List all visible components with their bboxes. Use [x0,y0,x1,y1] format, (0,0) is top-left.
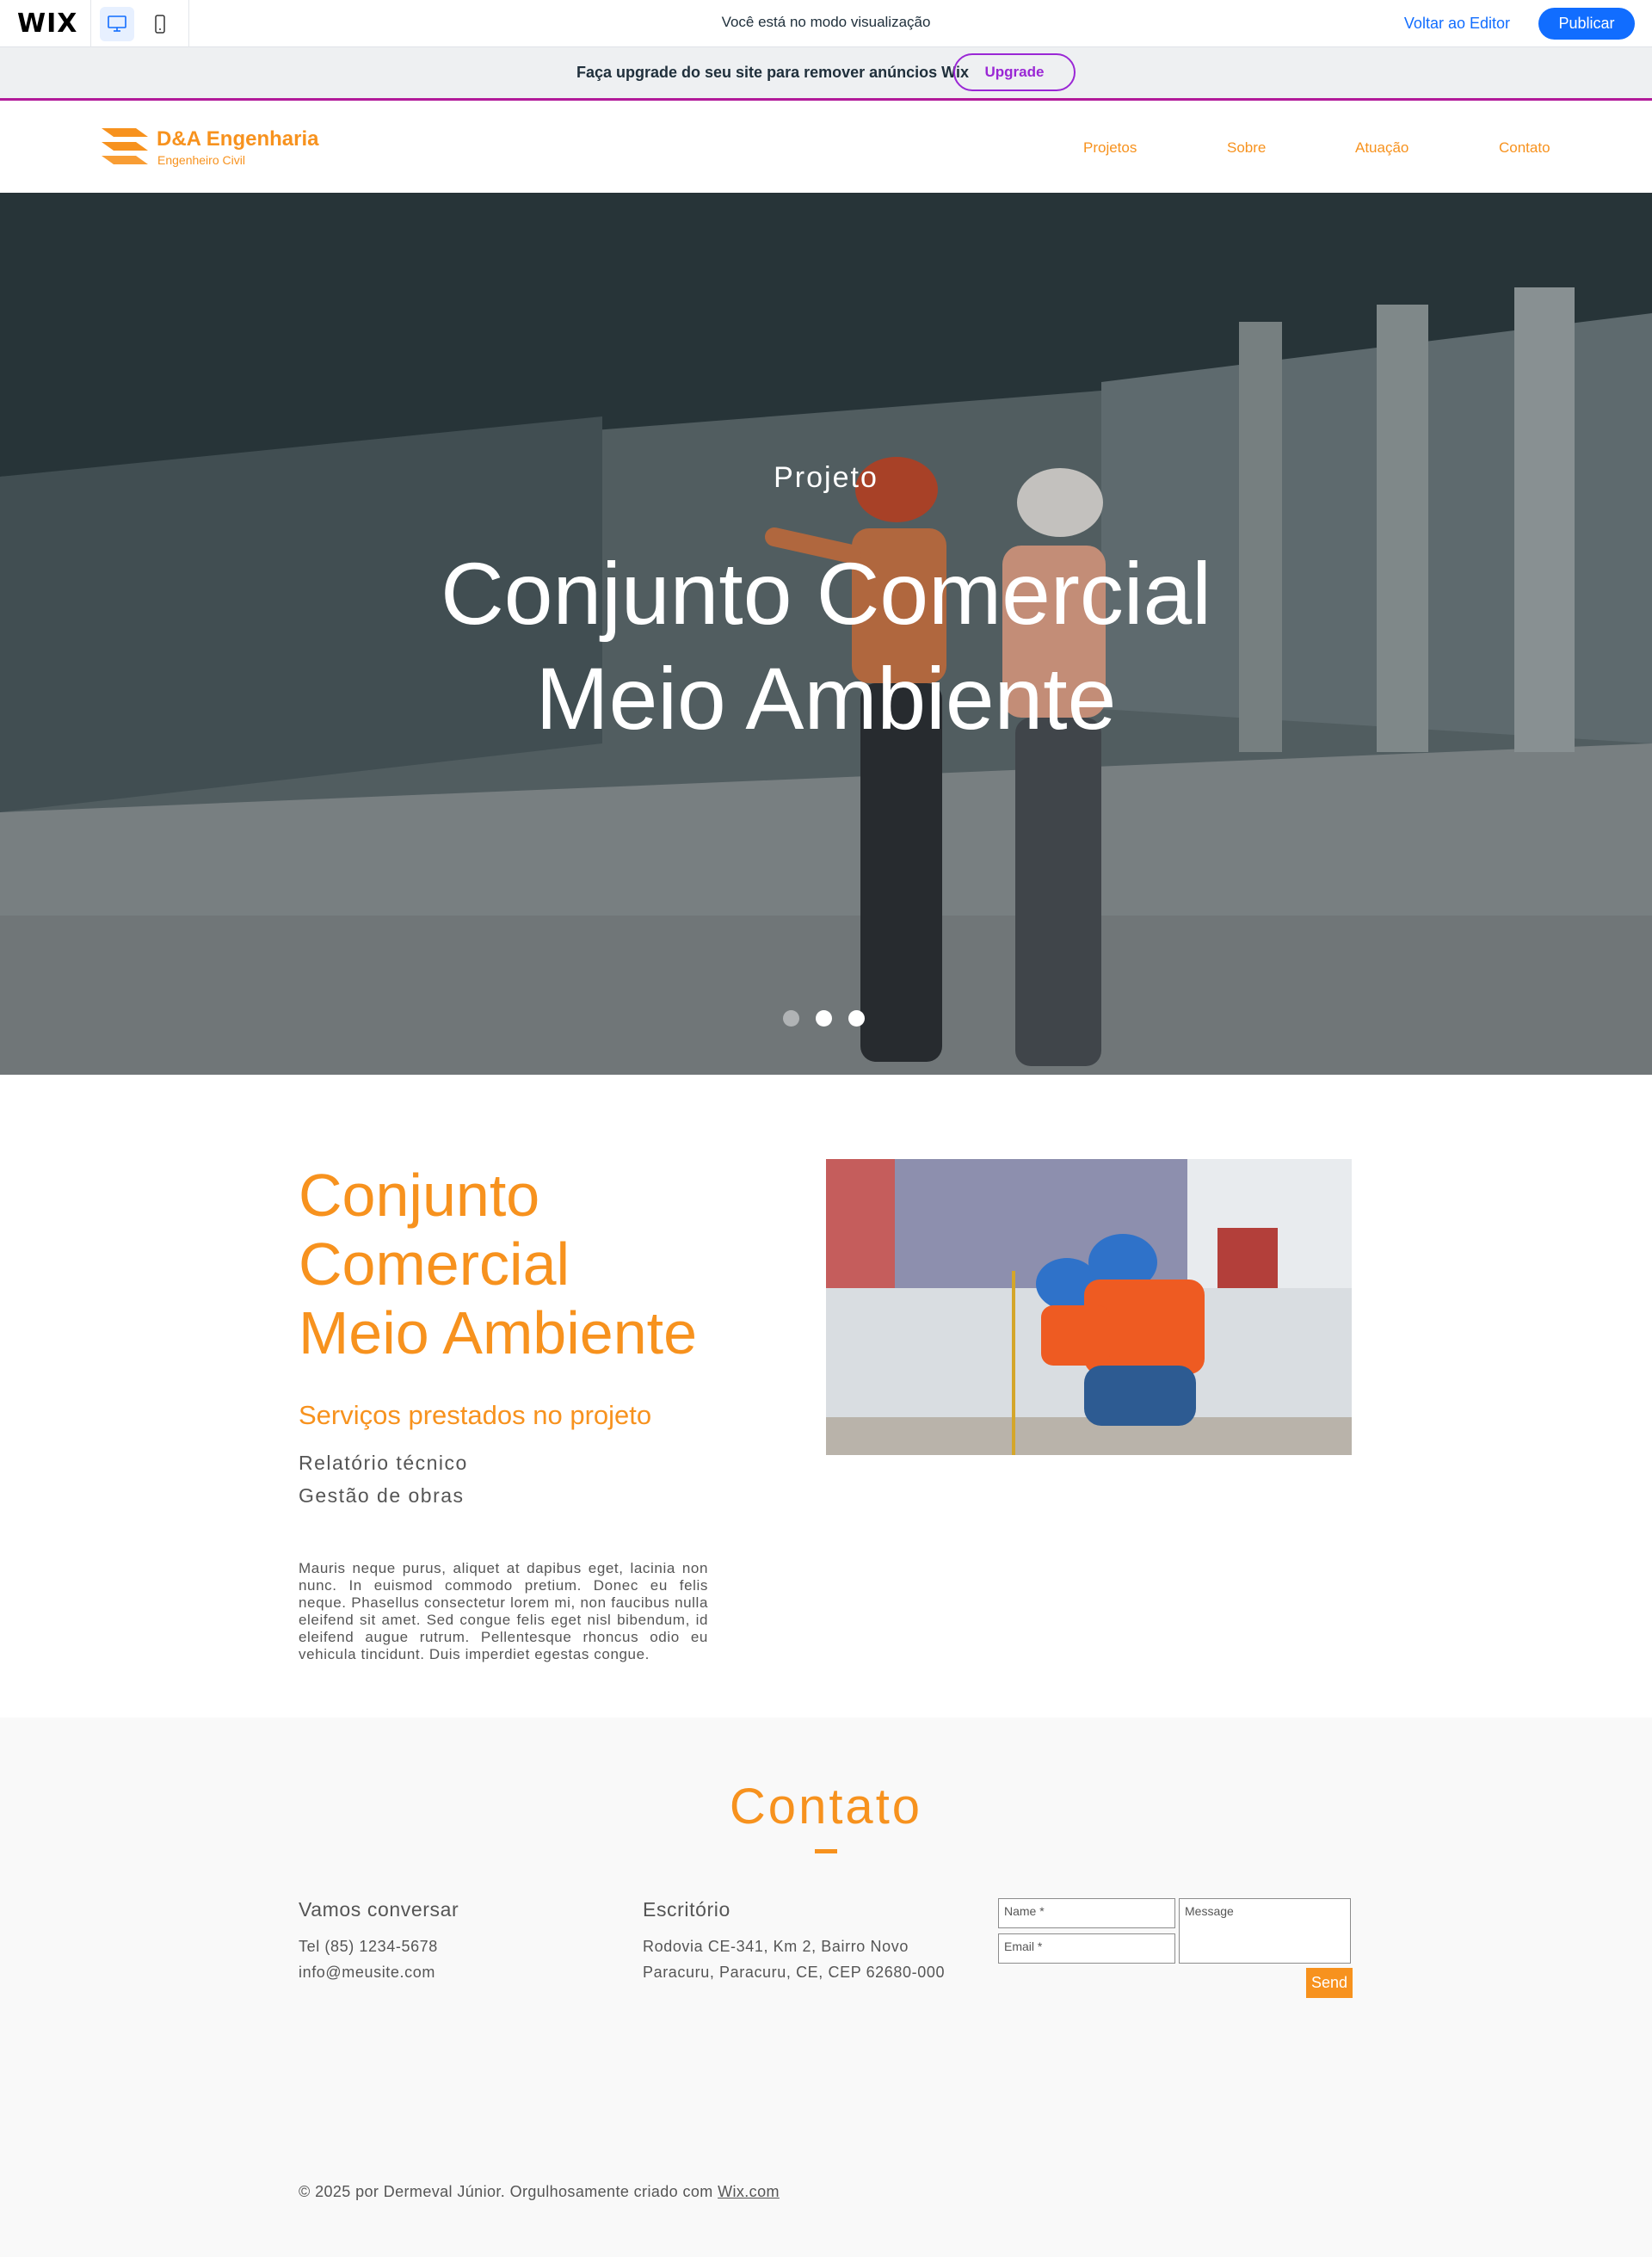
nav-item-contato[interactable]: Contato [1499,139,1550,157]
contact-section: Contato Vamos conversar Tel (85) 1234-56… [0,1717,1652,2257]
hero-kicker: Projeto [774,461,878,494]
services-list: Relatório técnico Gestão de obras [299,1446,468,1512]
footer-copyright: © 2025 por Dermeval Júnior. Orgulhosamen… [299,2183,780,2201]
brand-subtitle: Engenheiro Civil [157,153,245,167]
project-photo [826,1159,1352,1455]
nav-item-sobre[interactable]: Sobre [1227,139,1266,157]
address-line: Paracuru, Paracuru, CE, CEP 62680-000 [643,1964,946,1981]
nav-item-atuacao[interactable]: Atuação [1355,139,1409,157]
project-title-line: Comercial [299,1230,570,1298]
hero-title-line: Conjunto Comercial [441,545,1211,643]
slide-dot[interactable] [848,1010,865,1027]
footer-copyright-text: © 2025 por Dermeval Júnior. Orgulhosamen… [299,2183,718,2200]
service-item: Relatório técnico [299,1452,468,1474]
publish-button[interactable]: Publicar [1538,8,1635,40]
message-field[interactable]: Message [1179,1898,1351,1964]
wix-link[interactable]: Wix.com [718,2183,780,2200]
hero-title: Conjunto Comercial Meio Ambiente [0,541,1652,751]
send-button[interactable]: Send [1306,1968,1353,1998]
name-field[interactable]: Name * [998,1898,1175,1928]
nav-item-projetos[interactable]: Projetos [1083,139,1137,157]
brand-name[interactable]: D&A Engenharia [157,127,318,151]
slide-dot[interactable] [783,1010,799,1027]
hero-title-line: Meio Ambiente [535,650,1117,748]
upgrade-banner: Faça upgrade do seu site para remover an… [0,47,1652,101]
project-title-line: Meio Ambiente [299,1299,698,1366]
address-line: Rodovia CE-341, Km 2, Bairro Novo [643,1938,909,1955]
hero-slideshow[interactable]: Projeto Conjunto Comercial Meio Ambiente [0,193,1652,1075]
slide-indicators [783,1010,865,1027]
slide-dot-active[interactable] [816,1010,832,1027]
project-title: Conjunto Comercial Meio Ambiente [299,1161,697,1367]
phone-number: Tel (85) 1234-5678 [299,1938,438,1955]
wix-preview-toolbar: WIX Você está no modo visualização Volta… [0,0,1652,47]
contact-divider [815,1849,837,1853]
upgrade-banner-text: Faça upgrade do seu site para remover an… [576,64,969,81]
project-photo-image [826,1159,1352,1455]
services-heading: Serviços prestados no projeto [299,1400,652,1430]
talk-heading: Vamos conversar [299,1898,459,1921]
back-to-editor-link[interactable]: Voltar ao Editor [1404,15,1510,33]
project-description: Mauris neque purus, aliquet at dapibus e… [299,1560,708,1662]
email-address[interactable]: info@meusite.com [299,1964,435,1982]
contact-title: Contato [729,1779,923,1835]
service-item: Gestão de obras [299,1484,465,1507]
project-title-line: Conjunto [299,1162,540,1229]
brand-logo-icon[interactable] [102,125,150,171]
email-field[interactable]: Email * [998,1933,1175,1964]
site-header: D&A Engenharia Engenheiro Civil Projetos… [0,103,1652,193]
project-section: Conjunto Comercial Meio Ambiente Serviço… [0,1075,1652,1717]
upgrade-button[interactable]: Upgrade [953,53,1076,91]
office-heading: Escritório [643,1898,730,1921]
